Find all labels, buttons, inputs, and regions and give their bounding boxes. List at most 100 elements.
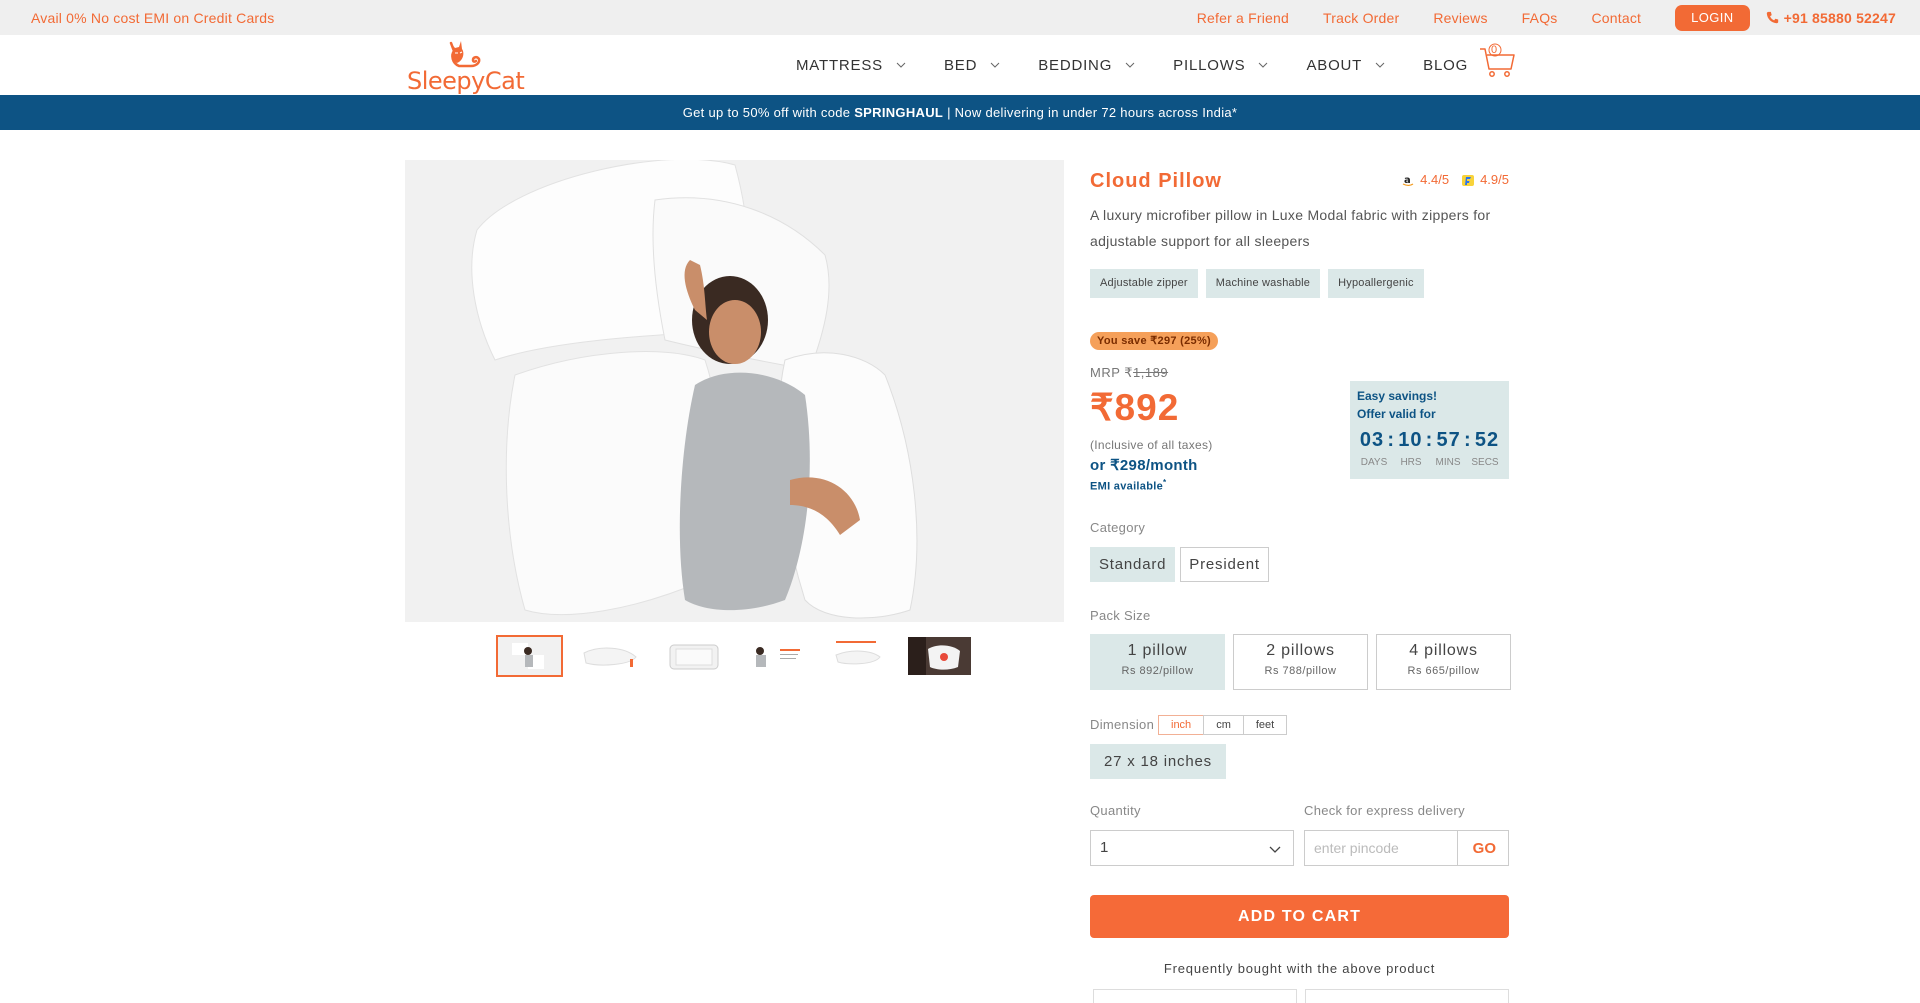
pack-name: 1 pillow — [1127, 642, 1188, 659]
chevron-down-icon — [1125, 62, 1135, 68]
offer-timer: Easy savings! Offer valid for 03: 10: 57… — [1350, 381, 1509, 479]
chevron-down-icon — [1375, 62, 1385, 68]
timer-label: SECS — [1471, 457, 1499, 468]
flipkart-rating: 4.9/5 — [1461, 172, 1509, 187]
timer-colon: : — [1425, 429, 1434, 451]
feature-chips: Adjustable zipper Machine washable Hypoa… — [1090, 269, 1424, 298]
timer-minutes: 57 — [1436, 429, 1461, 451]
flipkart-icon — [1462, 174, 1475, 186]
add-to-cart-button[interactable]: ADD TO CART — [1090, 895, 1509, 938]
emi-available-link[interactable]: EMI available* — [1090, 478, 1166, 493]
timer-digits: 03: 10: 57: 52 — [1357, 429, 1502, 452]
thumbnail-4[interactable] — [744, 637, 807, 675]
thumbnail-5[interactable] — [826, 637, 889, 675]
cart-button[interactable]: 0 — [1478, 41, 1518, 81]
thumbnail-image — [908, 637, 971, 675]
cart-count: 0 — [1491, 44, 1498, 56]
thumbnail-2[interactable] — [580, 637, 643, 675]
flipkart-rating-value: 4.9/5 — [1480, 172, 1509, 187]
feature-chip: Machine washable — [1205, 269, 1321, 298]
pack-option-1[interactable]: 1 pillow Rs 892/pillow — [1090, 634, 1225, 690]
pack-price: Rs 892/pillow — [1121, 665, 1194, 677]
timer-heading: Easy savings! — [1357, 389, 1438, 403]
pack-name: 2 pillows — [1266, 642, 1335, 659]
category-president[interactable]: President — [1180, 547, 1269, 582]
chevron-down-icon — [990, 62, 1000, 68]
category-standard[interactable]: Standard — [1090, 547, 1176, 582]
timer-subheading: Offer valid for — [1357, 407, 1436, 421]
chevron-down-icon — [896, 62, 906, 68]
product-description: A luxury microfiber pillow in Luxe Modal… — [1090, 207, 1491, 249]
frequently-bought-items — [1093, 989, 1509, 1003]
chevron-down-icon — [1259, 62, 1268, 68]
chevron-down-icon — [1269, 846, 1281, 853]
pincode-input[interactable] — [1305, 831, 1458, 865]
main-header: SleepyCat MATTRESS BED BEDDING PILLOWS A… — [0, 35, 1920, 95]
nav-blog[interactable]: BLOG — [1423, 57, 1468, 74]
ratings: a 4.4/5 4.9/5 — [1401, 172, 1509, 187]
emi-available-text: EMI available — [1090, 480, 1163, 493]
dimension-units: inch cm feet — [1158, 715, 1288, 735]
feature-chip: Adjustable zipper — [1090, 269, 1198, 298]
contact-link[interactable]: Contact — [1591, 10, 1641, 26]
category-options: Standard President — [1090, 547, 1269, 582]
thumbnail-strip — [496, 635, 971, 677]
pack-option-2[interactable]: 2 pillows Rs 788/pillow — [1233, 634, 1368, 690]
frequently-bought-heading: Frequently bought with the above product — [1163, 961, 1436, 976]
tax-note: (Inclusive of all taxes) — [1090, 438, 1213, 452]
timer-seconds: 52 — [1474, 429, 1500, 451]
dimension-value: 27 x 18 inches — [1090, 744, 1226, 779]
quantity-select[interactable]: 1 — [1090, 830, 1294, 866]
nav-label: BED — [943, 56, 978, 74]
sleepycat-logo[interactable]: SleepyCat — [405, 39, 530, 95]
amazon-icon: a — [1401, 172, 1416, 187]
nav-label: ABOUT — [1306, 56, 1363, 74]
amazon-rating-value: 4.4/5 — [1420, 172, 1450, 187]
fbt-item-card[interactable] — [1305, 989, 1509, 1003]
pincode-go-button[interactable]: GO — [1473, 840, 1496, 857]
thumbnail-image — [580, 637, 643, 675]
nav-bedding[interactable]: BEDDING — [1038, 57, 1135, 74]
nav-bed[interactable]: BED — [944, 57, 1000, 74]
thumbnail-image — [662, 637, 725, 675]
timer-colon: : — [1387, 429, 1395, 451]
thumbnail-6[interactable] — [908, 637, 971, 675]
nav-about[interactable]: ABOUT — [1306, 57, 1385, 74]
quantity-label: Quantity — [1090, 803, 1141, 818]
timer-labels: DAYS HRS MINS SECS — [1357, 457, 1502, 468]
pack-name: 4 pillows — [1409, 642, 1478, 659]
track-order-link[interactable]: Track Order — [1323, 10, 1399, 26]
product-title: Cloud Pillow — [1090, 170, 1222, 192]
fbt-item-card[interactable] — [1093, 989, 1297, 1003]
promo-text-after: | Now delivering in under 72 hours acros… — [943, 105, 1238, 120]
thumbnail-1[interactable] — [496, 635, 563, 677]
unit-cm[interactable]: cm — [1203, 715, 1244, 735]
emi-price: or ₹298/month — [1090, 457, 1198, 474]
timer-colon: : — [1463, 429, 1472, 451]
unit-inch[interactable]: inch — [1158, 715, 1205, 735]
thumbnail-image — [744, 637, 807, 675]
top-links: Refer a Friend Track Order Reviews FAQs … — [1197, 0, 1920, 35]
pack-price: Rs 665/pillow — [1407, 665, 1480, 677]
pack-price: Rs 788/pillow — [1264, 665, 1337, 677]
main-nav: MATTRESS BED BEDDING PILLOWS ABOUT BLOG — [796, 35, 1506, 95]
timer-label: MINS — [1435, 457, 1461, 468]
category-label: Category — [1090, 520, 1146, 535]
faqs-link[interactable]: FAQs — [1522, 10, 1558, 26]
reviews-link[interactable]: Reviews — [1433, 10, 1487, 26]
product-main-image[interactable] — [405, 160, 1064, 622]
promo-text-before: Get up to 50% off with code — [682, 105, 855, 120]
nav-mattress[interactable]: MATTRESS — [796, 57, 906, 74]
top-bar: Avail 0% No cost EMI on Credit Cards Ref… — [0, 0, 1920, 35]
unit-feet[interactable]: feet — [1242, 715, 1288, 735]
cart-icon — [1480, 43, 1515, 77]
phone-link[interactable]: +91 85880 52247 — [1766, 10, 1896, 26]
mrp-label: MRP ₹ — [1090, 365, 1134, 380]
pack-option-4[interactable]: 4 pillows Rs 665/pillow — [1376, 634, 1511, 690]
nav-label: PILLOWS — [1173, 56, 1246, 74]
login-button[interactable]: LOGIN — [1675, 4, 1750, 31]
thumbnail-image — [498, 637, 561, 675]
nav-pillows[interactable]: PILLOWS — [1173, 57, 1268, 74]
thumbnail-3[interactable] — [662, 637, 725, 675]
refer-friend-link[interactable]: Refer a Friend — [1197, 10, 1289, 26]
